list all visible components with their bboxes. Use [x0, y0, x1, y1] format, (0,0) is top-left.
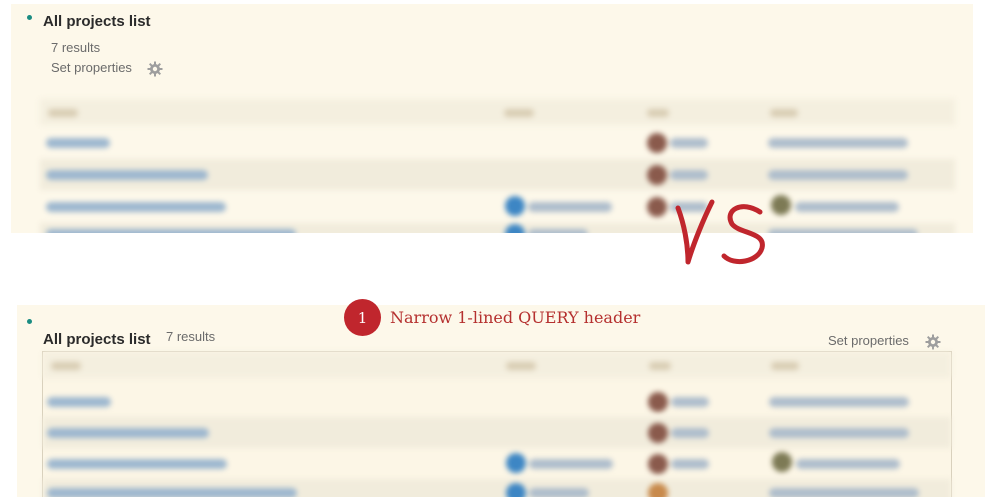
set-properties-link[interactable]: Set properties — [828, 333, 909, 348]
bullet-dot — [27, 15, 32, 20]
set-properties-link[interactable]: Set properties — [51, 60, 132, 75]
results-table — [40, 99, 955, 233]
result-count: 7 results — [166, 329, 216, 344]
gear-icon[interactable] — [147, 61, 163, 77]
table-row[interactable] — [40, 191, 955, 222]
query-title[interactable]: All projects list — [43, 13, 151, 30]
table-row[interactable] — [43, 479, 951, 497]
query-panel-bottom: All projects list 7 results Set properti… — [17, 305, 985, 497]
result-count: 7 results — [51, 40, 101, 55]
callout-text: Narrow 1-lined QUERY header — [390, 308, 641, 327]
table-header — [40, 99, 955, 125]
vs-mark: VS — [672, 196, 765, 265]
table-row[interactable] — [43, 417, 951, 448]
vs-label: VS — [672, 196, 693, 200]
table-row[interactable] — [43, 448, 951, 479]
query-title[interactable]: All projects list — [43, 331, 151, 348]
bullet-dot — [27, 319, 32, 324]
query-panel-top: All projects list 7 results Set properti… — [11, 4, 973, 233]
table-row[interactable] — [40, 223, 955, 233]
gear-icon[interactable] — [925, 334, 941, 350]
table-row[interactable] — [40, 159, 955, 190]
table-row[interactable] — [43, 386, 951, 417]
table-header — [43, 352, 951, 378]
results-table — [42, 351, 952, 497]
callout-number-badge: 1 — [344, 299, 381, 336]
table-row[interactable] — [40, 127, 955, 158]
